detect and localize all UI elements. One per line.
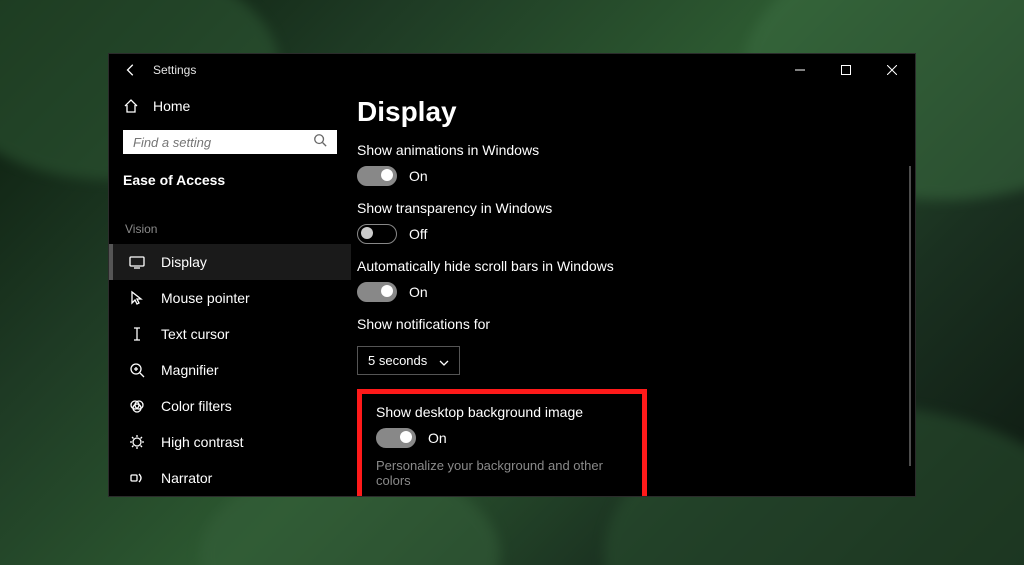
notifications-dropdown[interactable]: 5 seconds bbox=[357, 346, 460, 375]
maximize-button[interactable] bbox=[823, 54, 869, 86]
toggle-state: On bbox=[409, 168, 428, 184]
sidebar-item-color-filters[interactable]: Color filters bbox=[109, 388, 351, 424]
scrollbar[interactable] bbox=[909, 166, 911, 466]
search-input[interactable] bbox=[133, 135, 313, 150]
sidebar-item-text-cursor[interactable]: Text cursor bbox=[109, 316, 351, 352]
home-label: Home bbox=[153, 98, 190, 114]
highlighted-setting: Show desktop background image On Persona… bbox=[357, 389, 647, 496]
sidebar: Home Ease of Access Vision Display bbox=[109, 86, 351, 496]
sidebar-item-display[interactable]: Display bbox=[109, 244, 351, 280]
sidebar-item-magnifier[interactable]: Magnifier bbox=[109, 352, 351, 388]
close-button[interactable] bbox=[869, 54, 915, 86]
high-contrast-icon bbox=[129, 434, 145, 450]
toggle-state: On bbox=[428, 430, 447, 446]
sidebar-section-label: Vision bbox=[109, 198, 351, 244]
page-title: Display bbox=[357, 96, 887, 128]
personalize-link[interactable]: Personalize your background and other co… bbox=[376, 458, 628, 488]
setting-transparency: Show transparency in Windows Off bbox=[357, 200, 887, 244]
setting-animations: Show animations in Windows On bbox=[357, 142, 887, 186]
chevron-down-icon bbox=[439, 356, 449, 366]
sidebar-item-label: Magnifier bbox=[161, 362, 219, 378]
setting-label: Automatically hide scroll bars in Window… bbox=[357, 258, 887, 274]
minimize-button[interactable] bbox=[777, 54, 823, 86]
toggle-animations[interactable] bbox=[357, 166, 397, 186]
sidebar-item-label: Mouse pointer bbox=[161, 290, 250, 306]
setting-label: Show desktop background image bbox=[376, 404, 628, 420]
toggle-scrollbars[interactable] bbox=[357, 282, 397, 302]
sidebar-item-label: High contrast bbox=[161, 434, 243, 450]
window-title: Settings bbox=[153, 63, 196, 77]
sidebar-item-label: Color filters bbox=[161, 398, 232, 414]
sidebar-item-label: Narrator bbox=[161, 470, 212, 486]
search-icon bbox=[313, 133, 327, 152]
category-header: Ease of Access bbox=[109, 166, 351, 198]
toggle-transparency[interactable] bbox=[357, 224, 397, 244]
setting-label: Show animations in Windows bbox=[357, 142, 887, 158]
toggle-state: On bbox=[409, 284, 428, 300]
sidebar-item-label: Display bbox=[161, 254, 207, 270]
search-box[interactable] bbox=[123, 130, 337, 154]
content-panel: Display Show animations in Windows On Sh… bbox=[351, 86, 915, 496]
color-filters-icon bbox=[129, 398, 145, 414]
settings-window: Settings Home bbox=[108, 53, 916, 497]
toggle-background[interactable] bbox=[376, 428, 416, 448]
home-button[interactable]: Home bbox=[109, 88, 351, 124]
setting-label: Show notifications for bbox=[357, 316, 887, 332]
sidebar-item-high-contrast[interactable]: High contrast bbox=[109, 424, 351, 460]
setting-label: Show transparency in Windows bbox=[357, 200, 887, 216]
sidebar-item-label: Text cursor bbox=[161, 326, 229, 342]
dropdown-value: 5 seconds bbox=[368, 353, 427, 368]
titlebar: Settings bbox=[109, 54, 915, 86]
home-icon bbox=[123, 98, 139, 114]
magnifier-icon bbox=[129, 362, 145, 378]
toggle-state: Off bbox=[409, 226, 427, 242]
display-icon bbox=[129, 254, 145, 270]
cursor-icon bbox=[129, 290, 145, 306]
setting-notifications: Show notifications for 5 seconds bbox=[357, 316, 887, 375]
narrator-icon bbox=[129, 470, 145, 486]
text-cursor-icon bbox=[129, 326, 145, 342]
back-button[interactable] bbox=[123, 62, 139, 78]
sidebar-item-narrator[interactable]: Narrator bbox=[109, 460, 351, 496]
sidebar-item-mouse-pointer[interactable]: Mouse pointer bbox=[109, 280, 351, 316]
setting-scrollbars: Automatically hide scroll bars in Window… bbox=[357, 258, 887, 302]
